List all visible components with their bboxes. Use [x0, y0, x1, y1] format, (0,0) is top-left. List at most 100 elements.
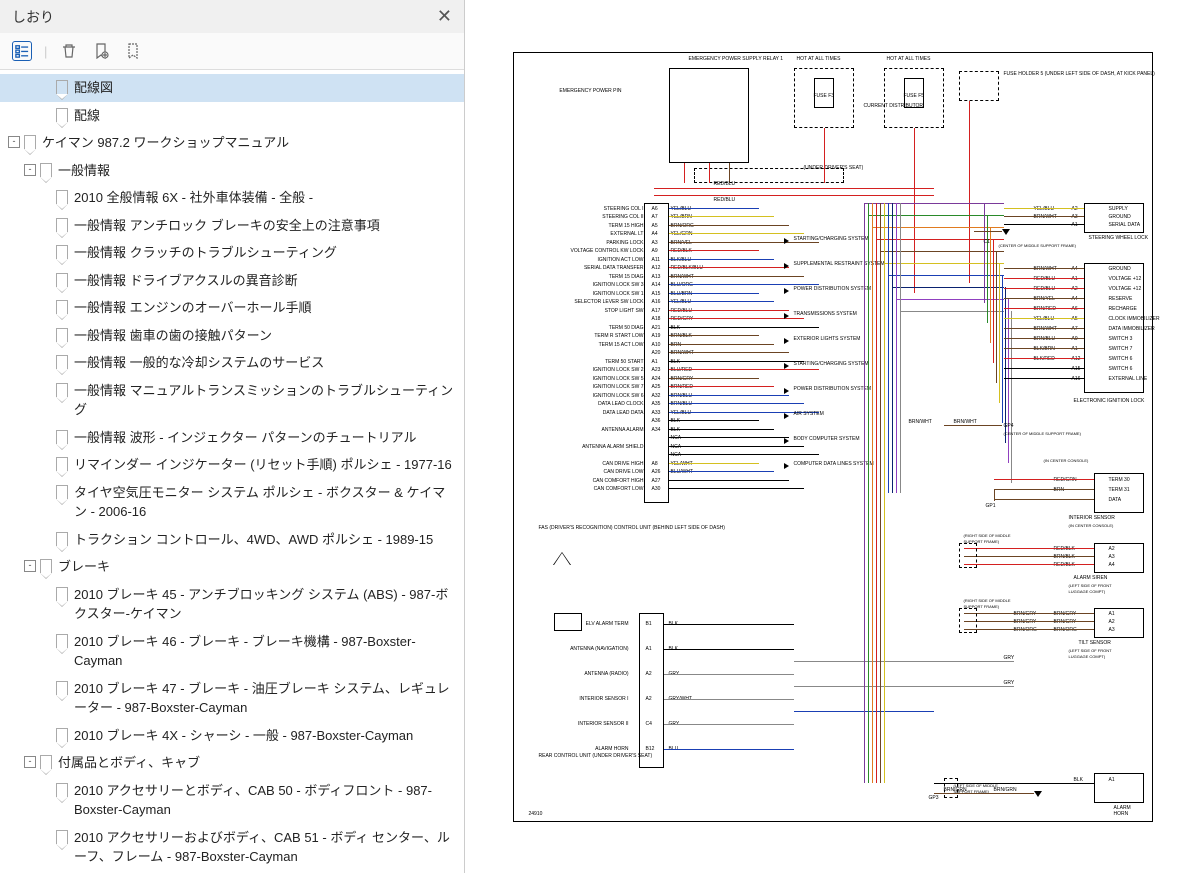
schematic-label: CAN DRIVE HIGH	[564, 461, 644, 467]
schematic-label: (IN CENTER CONSOLE)	[1069, 523, 1114, 528]
schematic-label: SERIAL DATA TRANSFER	[564, 265, 644, 271]
schematic-label: YEL/BLU	[1034, 206, 1055, 212]
schematic-label: PARKING LOCK	[564, 240, 644, 246]
schematic-label: IGNITION ACT LOW	[564, 257, 644, 263]
bookmark-icon	[56, 430, 68, 444]
schematic-label: A2	[1072, 206, 1078, 212]
tree-item[interactable]: -ケイマン 987.2 ワークショップマニュアル	[0, 129, 464, 157]
trash-icon[interactable]	[59, 41, 79, 61]
tree-item[interactable]: 2010 全般情報 6X - 社外車体装備 - 全般 -	[0, 184, 464, 212]
schematic-label: BRN/GRY	[1054, 611, 1077, 617]
schematic-label: BRN/GRY	[1014, 611, 1037, 617]
expand-toggle[interactable]: -	[24, 164, 36, 176]
wire	[994, 499, 1094, 500]
wire	[876, 203, 877, 493]
bookmark-add-icon[interactable]	[91, 41, 111, 61]
expand-toggle[interactable]: -	[24, 560, 36, 572]
schematic-label: TERM 50 START	[564, 359, 644, 365]
tree-item[interactable]: 一般情報 アンチロック ブレーキの安全上の注意事項	[0, 212, 464, 240]
schematic-label: BRN/WHT	[909, 419, 932, 425]
schematic-label: RED/BLK	[671, 248, 692, 254]
tree-item[interactable]: 一般情報 クラッチのトラブルシューティング	[0, 239, 464, 267]
schematic-label: ALARM HORN	[549, 746, 629, 752]
tree-item[interactable]: 一般情報 一般的な冷却システムのサービス	[0, 349, 464, 377]
tree-item[interactable]: -付属品とボディ、キャブ	[0, 749, 464, 777]
wire	[900, 311, 1004, 312]
schematic-label: BRN/ORG	[1054, 627, 1077, 633]
tree-item[interactable]: 2010 ブレーキ 46 - ブレーキ - ブレーキ機構 - 987-Boxst…	[0, 628, 464, 675]
bookmark-icon	[56, 485, 68, 499]
tree-item[interactable]: トラクション コントロール、4WD、AWD ポルシェ - 1989-15	[0, 526, 464, 554]
wire	[669, 352, 789, 353]
tree-item[interactable]: 一般情報 エンジンのオーバーホール手順	[0, 294, 464, 322]
wire	[669, 208, 759, 209]
bookmark-icon	[56, 783, 68, 797]
wire	[669, 429, 774, 430]
tree-item[interactable]: 配線	[0, 102, 464, 130]
document-viewer[interactable]: EMERGENCY POWER SUPPLY RELAY 1EMERGENCY …	[465, 0, 1200, 873]
schematic-label: A2	[1109, 619, 1115, 625]
schematic-label: TERM 15 DIAG	[564, 274, 644, 280]
expand-toggle[interactable]: -	[8, 136, 20, 148]
schematic-label: BLK	[671, 325, 680, 331]
wire	[664, 649, 794, 650]
schematic-block	[959, 608, 977, 633]
schematic-label: A4	[1109, 562, 1115, 568]
wire	[934, 783, 1094, 784]
schematic-label: ANTENNA ALARM SHIELD	[564, 444, 644, 450]
wire	[669, 259, 774, 260]
tree-item[interactable]: 一般情報 マニュアルトランスミッションのトラブルシューティング	[0, 377, 464, 424]
schematic-block	[1094, 608, 1144, 638]
schematic-label: YEL/GRN	[671, 231, 693, 237]
expand-toggle[interactable]: -	[24, 756, 36, 768]
schematic-block	[944, 778, 958, 798]
wire	[964, 548, 1094, 549]
tree-item[interactable]: 2010 アクセサリーとボディ、CAB 50 - ボディフロント - 987-B…	[0, 777, 464, 824]
tree-item[interactable]: リマインダー インジケーター (リセット手順) ポルシェ - 1977-16	[0, 451, 464, 479]
tree-item[interactable]: 一般情報 波形 - インジェクター パターンのチュートリアル	[0, 424, 464, 452]
schematic-label: BRN/GRY	[671, 376, 694, 382]
tree-item[interactable]: -一般情報	[0, 157, 464, 185]
tree-item[interactable]: 一般情報 ドライブアクスルの異音診断	[0, 267, 464, 295]
bookmark-icon	[56, 355, 68, 369]
close-icon[interactable]: ✕	[437, 6, 452, 27]
bookmark-icon	[56, 245, 68, 259]
tree-item[interactable]: -ブレーキ	[0, 553, 464, 581]
wire	[1004, 268, 1084, 269]
schematic-label: ANTENNA (RADIO)	[549, 671, 629, 677]
tree-item[interactable]: 2010 ブレーキ 45 - アンチブロッキング システム (ABS) - 98…	[0, 581, 464, 628]
bookmark-tree[interactable]: 配線図配線 -ケイマン 987.2 ワークショップマニュアル-一般情報2010 全…	[0, 70, 464, 873]
bookmark-sync-icon[interactable]	[123, 41, 143, 61]
schematic-label: DATA IMMOBILIZER	[1109, 326, 1155, 332]
schematic-label: SWITCH 3	[1109, 336, 1133, 342]
tree-item-label: 配線	[74, 106, 456, 126]
schematic-label: INTERIOR SENSOR I	[549, 696, 629, 702]
schematic-label: DATA LEAD DATA	[564, 410, 644, 416]
wire	[669, 463, 759, 464]
schematic-label: BLU/ORG	[671, 282, 694, 288]
schematic-label: SWITCH 7	[1109, 346, 1133, 352]
tree-item[interactable]: 一般情報 歯車の歯の接触パターン	[0, 322, 464, 350]
wire	[684, 163, 685, 183]
wire	[964, 564, 1094, 565]
schematic-label: A12	[1072, 356, 1081, 362]
wire	[1004, 338, 1084, 339]
wire	[864, 203, 1004, 204]
tree-item[interactable]: 配線図	[0, 74, 464, 102]
schematic-label: BRN/ORG	[1014, 627, 1037, 633]
expand-toggle	[40, 81, 52, 93]
outline-icon[interactable]	[12, 41, 32, 61]
tree-item[interactable]: タイヤ空気圧モニター システム ポルシェ - ボクスター & ケイマン - 20…	[0, 479, 464, 526]
tree-item-label: 一般情報 マニュアルトランスミッションのトラブルシューティング	[74, 381, 456, 420]
bookmark-icon	[56, 328, 68, 342]
schematic-label: STEERING COL II	[564, 214, 644, 220]
wire	[654, 188, 934, 189]
sidebar-title: しおり	[12, 7, 54, 27]
tree-item[interactable]: 2010 ブレーキ 47 - ブレーキ - 油圧ブレーキ システム、レギュレータ…	[0, 675, 464, 722]
tree-item[interactable]: 2010 アクセサリーおよびボディ、CAB 51 - ボディ センター、ルーフ、…	[0, 824, 464, 871]
tree-item[interactable]: 2010 ブレーキ 4X - シャーシ - 一般 - 987-Boxster-C…	[0, 722, 464, 750]
wire	[669, 471, 774, 472]
schematic-label: BRN/WHT	[954, 419, 977, 425]
schematic-label: (RIGHT SIDE OF MIDDLE	[964, 533, 1011, 538]
wire	[729, 163, 730, 183]
